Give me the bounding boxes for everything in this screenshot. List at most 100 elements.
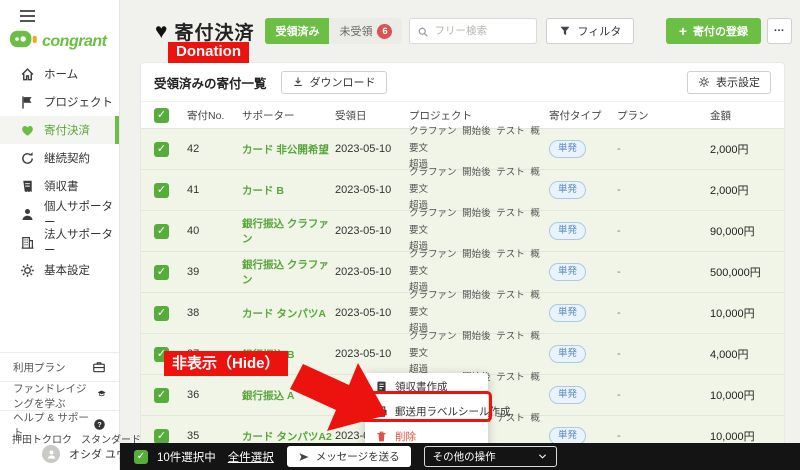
tab-received[interactable]: 受領済み [265,18,329,44]
menu-item-create-mailing-labels[interactable]: 郵送用ラベルシール作成 [365,399,488,424]
avatar [42,445,60,463]
gear-icon [698,76,710,88]
table-row[interactable]: ✓ 41 カード B 2023-05-10 クラファン 開始後 テスト 概要文超… [141,170,784,211]
amount-value: 10,000円 [693,428,784,444]
filter-button-label: フィルタ [577,23,621,39]
donation-number: 39 [187,266,242,278]
gear-icon [20,263,35,278]
panel-title: 受領済みの寄付一覧 [154,73,267,92]
sidebar-item-receipts[interactable]: 領収書 [0,172,119,200]
donation-type-badge: 単発 [549,140,586,157]
select-all-checkbox[interactable]: ✓ [154,108,169,123]
heart-icon [20,123,35,138]
plan-value: - [617,143,693,155]
column-header-supporter[interactable]: サポーター [242,108,335,123]
row-checkbox[interactable]: ✓ [154,429,169,444]
amount-value: 10,000円 [693,387,784,403]
sidebar-item-label: 基本設定 [44,262,90,278]
org-name: 押田トクロク [12,431,72,446]
row-checkbox[interactable]: ✓ [154,183,169,198]
supporter-link[interactable]: 銀行振込 クラファン [242,257,335,287]
donation-number: 41 [187,184,242,196]
register-donation-button[interactable]: + 寄付の登録 [666,18,761,44]
display-settings-button[interactable]: 表示設定 [687,71,771,94]
donation-number: 35 [187,430,242,442]
sidebar-item-corporate-supporters[interactable]: 法人サポーター [0,228,119,256]
menu-item-label: 削除 [395,429,416,444]
amount-value: 90,000円 [693,223,784,239]
select-all-link[interactable]: 全件選択 [228,449,274,465]
row-checkbox[interactable]: ✓ [154,306,169,321]
sidebar: congrant ホーム プロジェクト 寄付決済 継続契約 領収書 [0,0,120,470]
svg-text:?: ? [97,420,102,429]
plan-value: - [617,430,693,442]
sidebar-item-label: プロジェクト [44,94,113,110]
supporter-link[interactable]: 銀行振込 クラファン [242,216,335,246]
supporter-link[interactable]: カード タンパツA [242,306,335,321]
column-header-amount[interactable]: 金額 [693,108,784,123]
panel-header: 受領済みの寄付一覧 ダウンロード 表示設定 [141,63,784,101]
donation-type-badge: 単発 [549,345,586,362]
donation-type-badge: 単発 [549,222,586,239]
sidebar-item-learn-fundraising[interactable]: ファンドレイジングを学ぶ [0,381,119,410]
search-input[interactable] [434,25,529,37]
congrant-logo-mark-icon [10,28,38,55]
page-title-text: 寄付決済 [174,18,254,45]
selection-action-bar: ✓ 10件選択中 全件選択 メッセージを送る その他の操作 [120,443,800,470]
more-actions-button[interactable]: … [767,18,792,44]
tab-unreceived[interactable]: 未受領 6 [329,18,402,44]
column-header-plan[interactable]: プラン [617,108,693,123]
sidebar-item-plan[interactable]: 利用プラン [0,352,119,381]
column-header-project[interactable]: プロジェクト [409,108,549,123]
supporter-link[interactable]: カード B [242,183,335,198]
plan-value: - [617,184,693,196]
sidebar-item-projects[interactable]: プロジェクト [0,88,119,116]
send-icon [298,451,310,463]
filter-button[interactable]: フィルタ [546,18,634,44]
download-button[interactable]: ダウンロード [281,71,387,94]
donation-number: 38 [187,307,242,319]
sidebar-nav: ホーム プロジェクト 寄付決済 継続契約 領収書 個人サポーター [0,60,119,284]
hamburger-menu-icon[interactable] [20,10,35,25]
plan-value: - [617,266,693,278]
table-row[interactable]: ✓ 38 カード タンパツA 2023-05-10 クラファン 開始後 テスト … [141,293,784,334]
flag-icon [20,95,35,110]
search-icon [417,25,429,37]
row-checkbox[interactable]: ✓ [154,388,169,403]
row-checkbox[interactable]: ✓ [154,265,169,280]
app-window: congrant ホーム プロジェクト 寄付決済 継続契約 領収書 [0,0,800,470]
sidebar-item-label: 法人サポーター [44,226,119,258]
donation-type-badge: 単発 [549,304,586,321]
column-header-donation-no[interactable]: 寄付No. [187,108,242,123]
sidebar-item-settings[interactable]: 基本設定 [0,256,119,284]
amount-value: 2,000円 [693,141,784,157]
free-search-box[interactable] [409,18,537,44]
unreceived-count-badge: 6 [377,24,392,39]
supporter-link[interactable]: カード 非公開希望 [242,142,335,157]
supporter-link[interactable]: カード タンパツA2 [242,429,335,444]
donation-type-badge: 単発 [549,263,586,280]
bar-checkbox[interactable]: ✓ [134,450,148,464]
row-checkbox[interactable]: ✓ [154,142,169,157]
column-header-donation-type[interactable]: 寄付タイプ [549,108,617,123]
sidebar-item-donations[interactable]: 寄付決済 [0,116,119,144]
receipt-icon [20,179,35,194]
selected-count-text: 10件選択中 [157,449,216,465]
column-header-received-date[interactable]: 受領日 [335,108,409,123]
menu-item-create-receipt[interactable]: 領収書作成 [365,374,488,399]
supporter-link[interactable]: 銀行振込 A [242,388,335,403]
table-row[interactable]: ✓ 39 銀行振込 クラファン 2023-05-10 クラファン 開始後 テスト… [141,252,784,293]
plan-value: - [617,389,693,401]
sidebar-item-recurring[interactable]: 継続契約 [0,144,119,172]
table-row[interactable]: ✓ 40 銀行振込 クラファン 2023-05-10 クラファン 開始後 テスト… [141,211,784,252]
row-checkbox[interactable]: ✓ [154,224,169,239]
download-icon [292,76,304,88]
send-message-button[interactable]: メッセージを送る [287,446,411,467]
congrant-logo[interactable]: congrant [10,28,106,55]
table-row[interactable]: ✓ 42 カード 非公開希望 2023-05-10 クラファン 開始後 テスト … [141,129,784,170]
sidebar-item-home[interactable]: ホーム [0,60,119,88]
received-date: 2023-05-10 [335,348,409,360]
other-actions-dropdown[interactable]: その他の操作 [424,446,557,467]
plan-value: - [617,307,693,319]
sidebar-item-individual-supporters[interactable]: 個人サポーター [0,200,119,228]
